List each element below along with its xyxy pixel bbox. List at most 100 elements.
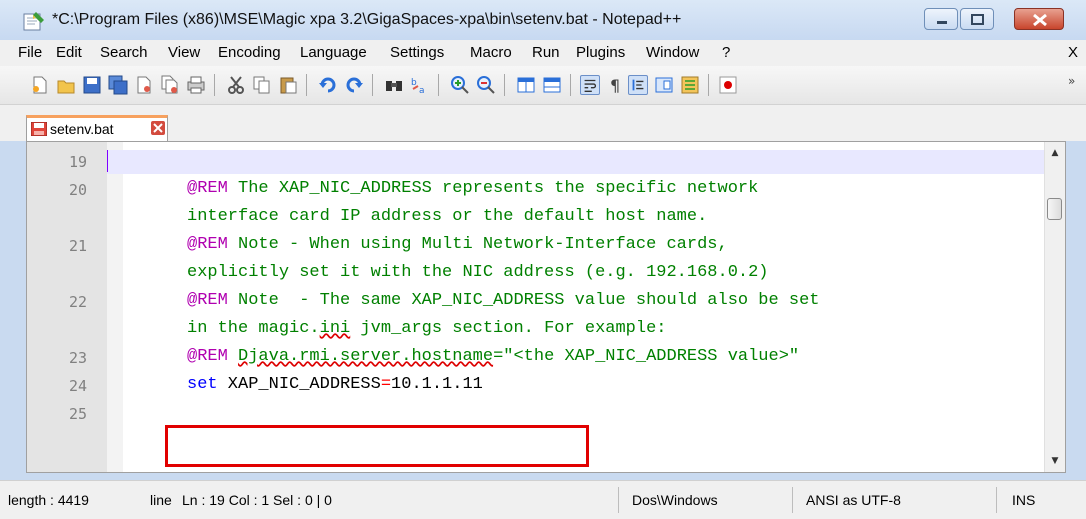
code-token: @REM	[187, 235, 228, 254]
cut-icon[interactable]	[226, 75, 246, 95]
tab-close-icon[interactable]	[151, 121, 165, 135]
line-number: 25	[68, 405, 87, 423]
menu-macro[interactable]: Macro	[470, 44, 512, 61]
copy-icon[interactable]	[252, 75, 272, 95]
save-all-icon[interactable]	[108, 75, 128, 95]
code-token: 10.1.1.11	[391, 375, 483, 394]
record-macro-icon[interactable]	[718, 75, 738, 95]
fold-margin[interactable]	[107, 142, 123, 472]
line-number: 20	[68, 181, 87, 199]
toolbar-separator	[708, 74, 709, 96]
status-bar: length : 4419 line Ln : 19 Col : 1 Sel :…	[0, 480, 1086, 519]
line-number: 23	[68, 349, 87, 367]
code-token: @REM	[187, 291, 228, 310]
code-token: in the magic.	[187, 319, 320, 338]
status-position: Ln : 19 Col : 1 Sel : 0 | 0	[182, 492, 332, 508]
code-line: explicitly set it with the NIC address (…	[187, 263, 769, 282]
status-length: length : 4419	[8, 492, 89, 508]
code-token: XAP_NIC_ADDRESS	[217, 375, 381, 394]
title-bar[interactable]: *C:\Program Files (x86)\MSE\Magic xpa 3.…	[0, 0, 1086, 40]
status-separator	[618, 487, 619, 513]
menu-window[interactable]: Window	[646, 44, 699, 61]
menu-help[interactable]: ?	[722, 44, 730, 61]
code-token: set	[187, 375, 218, 394]
line-number: 24	[68, 377, 87, 395]
find-icon[interactable]	[384, 75, 404, 95]
menu-settings[interactable]: Settings	[390, 44, 444, 61]
code-token: jvm_args section. For example:	[350, 319, 667, 338]
zoom-out-icon[interactable]	[476, 75, 496, 95]
indent-guide-icon[interactable]	[628, 75, 648, 95]
menu-bar: File Edit Search View Encoding Language …	[0, 40, 1086, 66]
scroll-down-arrow-icon[interactable]: ▼	[1045, 450, 1065, 472]
menu-search[interactable]: Search	[100, 44, 148, 61]
paste-icon[interactable]	[278, 75, 298, 95]
status-encoding: ANSI as UTF-8	[806, 492, 901, 508]
minimize-icon	[937, 21, 947, 24]
toolbar-separator	[306, 74, 307, 96]
toolbar: ba ¶ »	[0, 66, 1086, 105]
maximize-button[interactable]	[960, 8, 994, 30]
code-line: @REM Note - When using Multi Network-Int…	[187, 235, 728, 254]
save-icon[interactable]	[82, 75, 102, 95]
close-window-button[interactable]	[1014, 8, 1064, 30]
code-token: ="<the XAP_NIC_ADDRESS value>"	[493, 347, 800, 366]
function-list-icon[interactable]	[680, 75, 700, 95]
open-file-icon[interactable]	[56, 75, 76, 95]
code-line: @REM The XAP_NIC_ADDRESS represents the …	[187, 179, 758, 198]
code-editor[interactable]: 19 20 @REM The XAP_NIC_ADDRESS represents …	[26, 141, 1066, 473]
scrollbar-thumb[interactable]	[1047, 198, 1062, 220]
word-wrap-icon[interactable]	[580, 75, 600, 95]
code-token: explicitly set it with the NIC address (…	[187, 263, 769, 282]
tab-setenv-bat[interactable]: setenv.bat	[26, 115, 168, 141]
notepadpp-window: *C:\Program Files (x86)\MSE\Magic xpa 3.…	[0, 0, 1086, 519]
line-number: 22	[68, 293, 87, 311]
code-token: interface card IP address or the default…	[187, 207, 708, 226]
menu-encoding[interactable]: Encoding	[218, 44, 281, 61]
text-caret	[107, 150, 108, 172]
code-line: in the magic.ini jvm_args section. For e…	[187, 319, 667, 338]
doc-map-icon[interactable]	[654, 75, 674, 95]
menu-plugins[interactable]: Plugins	[576, 44, 625, 61]
code-token: ini	[319, 319, 351, 338]
vertical-scrollbar[interactable]: ▲ ▼	[1044, 142, 1065, 472]
redo-icon[interactable]	[344, 75, 364, 95]
show-all-chars-icon[interactable]: ¶	[606, 75, 626, 95]
menu-close-document[interactable]: X	[1068, 44, 1078, 61]
menu-run[interactable]: Run	[532, 44, 560, 61]
menu-file[interactable]: File	[18, 44, 42, 61]
status-separator	[996, 487, 997, 513]
code-line: @REM Djava.rmi.server.hostname="<the XAP…	[187, 347, 799, 366]
code-token: @REM	[187, 347, 228, 366]
scroll-up-arrow-icon[interactable]: ▲	[1045, 142, 1065, 164]
tab-strip: setenv.bat	[0, 105, 1086, 141]
menu-view[interactable]: View	[168, 44, 200, 61]
svg-text:¶: ¶	[610, 76, 620, 95]
close-file-icon[interactable]	[134, 75, 154, 95]
toolbar-overflow-button[interactable]: »	[1068, 74, 1075, 88]
replace-icon[interactable]: ba	[410, 75, 430, 95]
sync-horizontal-icon[interactable]	[542, 75, 562, 95]
print-icon[interactable]	[186, 75, 206, 95]
highlight-annotation-box	[165, 425, 589, 467]
status-lines: line	[150, 492, 172, 508]
close-all-icon[interactable]	[160, 75, 180, 95]
tab-label: setenv.bat	[50, 121, 114, 137]
code-token: @REM	[187, 179, 228, 198]
code-token: =	[380, 375, 392, 394]
toolbar-separator	[570, 74, 571, 96]
line-number: 19	[68, 153, 87, 171]
minimize-button[interactable]	[924, 8, 958, 30]
menu-edit[interactable]: Edit	[56, 44, 82, 61]
code-line: @REM Note - The same XAP_NIC_ADDRESS val…	[187, 291, 820, 310]
undo-icon[interactable]	[318, 75, 338, 95]
status-mode: INS	[1012, 492, 1036, 508]
sync-vertical-icon[interactable]	[516, 75, 536, 95]
line-number: 21	[68, 237, 87, 255]
status-eol: Dos\Windows	[632, 492, 718, 508]
menu-language[interactable]: Language	[300, 44, 367, 61]
code-token: Djava.rmi.server.hostname	[238, 347, 494, 366]
new-file-icon[interactable]	[30, 75, 50, 95]
zoom-in-icon[interactable]	[450, 75, 470, 95]
